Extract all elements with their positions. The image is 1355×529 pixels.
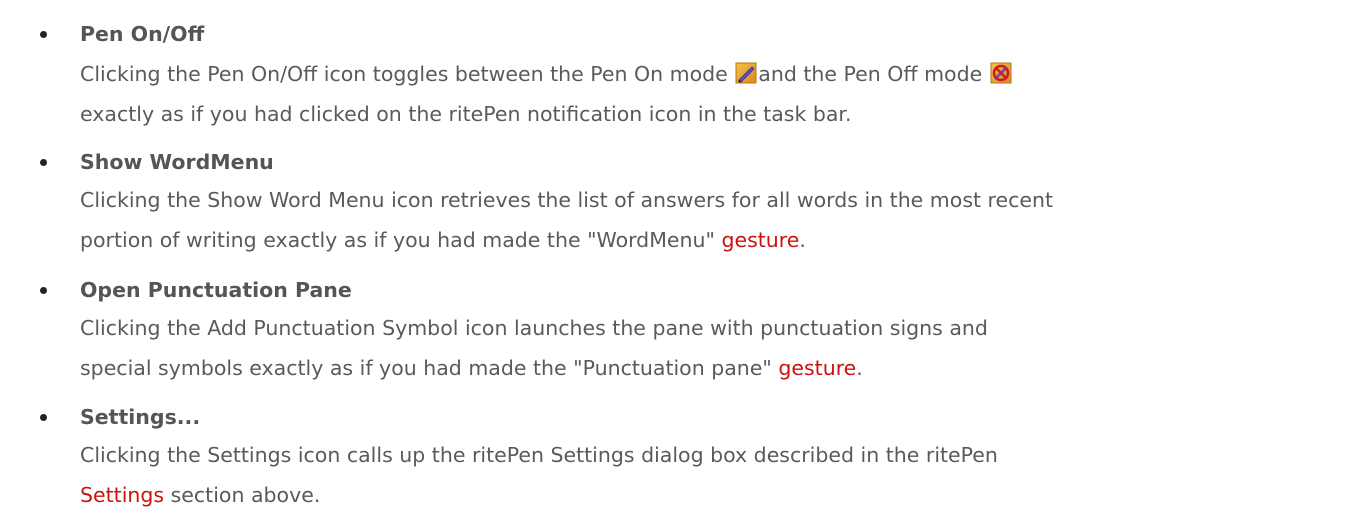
item-title: Settings...	[80, 405, 201, 429]
item-description-line-1: Clicking the Settings icon calls up the …	[80, 443, 998, 467]
item-description-line-1: Clicking the Add Punctuation Symbol icon…	[80, 316, 988, 340]
item-description-line-1: Clicking the Show Word Menu icon retriev…	[80, 188, 1054, 212]
item-description-line-2: exactly as if you had clicked on the rit…	[80, 102, 852, 126]
settings-link[interactable]: Settings	[80, 483, 164, 507]
item-description-line-2: portion of writing exactly as if you had…	[80, 228, 806, 252]
bullet	[40, 414, 47, 421]
item-title: Pen On/Off	[80, 22, 205, 46]
item-title: Show WordMenu	[80, 150, 274, 174]
item-title: Open Punctuation Pane	[80, 278, 352, 302]
bullet	[40, 31, 47, 38]
item-description-line-1: Clicking the Pen On/Off icon toggles bet…	[80, 54, 1013, 97]
pen-off-icon	[990, 57, 1012, 97]
gesture-link[interactable]: gesture	[721, 228, 799, 252]
pen-on-icon	[735, 57, 757, 97]
bullet	[40, 287, 47, 294]
item-description-line-2: Settings section above.	[80, 483, 321, 507]
gesture-link[interactable]: gesture	[778, 356, 856, 380]
bullet	[40, 159, 47, 166]
item-description-line-2: special symbols exactly as if you had ma…	[80, 356, 863, 380]
